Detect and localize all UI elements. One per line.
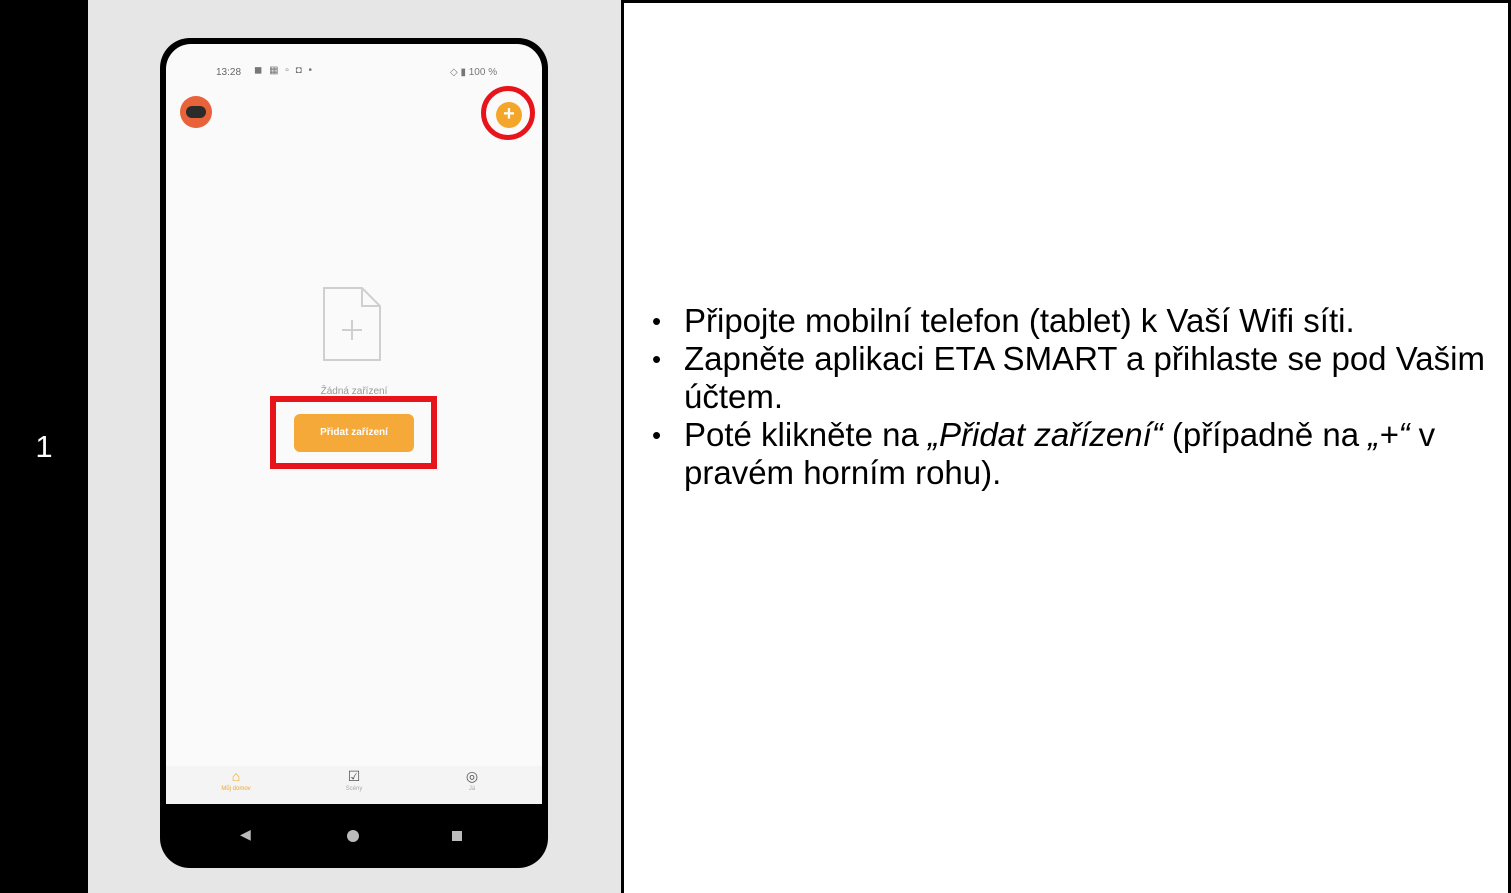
column-divider bbox=[621, 0, 624, 893]
status-bar: 13:28 ◼ ▦ ▫ ◘ • ◇ ▮ 100 % bbox=[166, 64, 542, 84]
step-number: 1 bbox=[35, 428, 53, 464]
instruction-text-mid: (případně na bbox=[1162, 416, 1369, 453]
tab-me-label: Já bbox=[468, 786, 476, 792]
instruction-sheet: 1 13:28 ◼ ▦ ▫ ◘ • ◇ ▮ 100 % + Žádná zaří… bbox=[0, 0, 1511, 893]
back-icon[interactable]: ◀ bbox=[240, 826, 251, 843]
status-notification-icons: ◼ ▦ ▫ ◘ • bbox=[254, 65, 314, 76]
tab-home-label: Můj domov bbox=[221, 786, 251, 792]
tab-scenes-label: Scény bbox=[345, 786, 363, 792]
step-number-column: 1 bbox=[0, 0, 88, 893]
empty-document-icon bbox=[323, 287, 381, 361]
home-circle-icon[interactable] bbox=[347, 830, 359, 842]
instruction-italic-plus: „+“ bbox=[1368, 416, 1410, 453]
tab-scenes[interactable]: ☑ Scény bbox=[304, 766, 404, 804]
status-battery: ◇ ▮ 100 % bbox=[450, 67, 498, 78]
instruction-text: Zapněte aplikaci ETA SMART a přihlaste s… bbox=[684, 340, 1485, 415]
tab-home[interactable]: ⌂ Můj domov bbox=[186, 766, 286, 804]
home-icon: ⌂ bbox=[231, 768, 241, 784]
recent-apps-icon[interactable] bbox=[452, 831, 462, 841]
add-icon-highlight bbox=[481, 86, 535, 140]
tab-me[interactable]: ◎ Já bbox=[422, 766, 522, 804]
bottom-tab-bar: ⌂ Můj domov ☑ Scény ◎ Já bbox=[166, 766, 542, 804]
add-device-highlight bbox=[270, 396, 437, 469]
scenes-icon: ☑ bbox=[347, 768, 361, 784]
instructions-column: Připojte mobilní telefon (tablet) k Vaší… bbox=[650, 302, 1490, 492]
instruction-italic-add-device: „Přidat zařízení“ bbox=[928, 416, 1163, 453]
instruction-item: Zapněte aplikaci ETA SMART a přihlaste s… bbox=[650, 340, 1490, 416]
avatar[interactable] bbox=[180, 96, 212, 128]
instruction-item: Připojte mobilní telefon (tablet) k Vaší… bbox=[650, 302, 1490, 340]
instruction-item: Poté klikněte na „Přidat zařízení“ (příp… bbox=[650, 416, 1490, 492]
instruction-text: Připojte mobilní telefon (tablet) k Vaší… bbox=[684, 302, 1355, 339]
instruction-list: Připojte mobilní telefon (tablet) k Vaší… bbox=[650, 302, 1490, 492]
android-nav-bar: ◀ bbox=[160, 806, 548, 862]
avatar-face-icon bbox=[186, 106, 206, 118]
instruction-text-start: Poté klikněte na bbox=[684, 416, 928, 453]
status-time: 13:28 bbox=[216, 67, 242, 78]
profile-icon: ◎ bbox=[465, 768, 479, 784]
